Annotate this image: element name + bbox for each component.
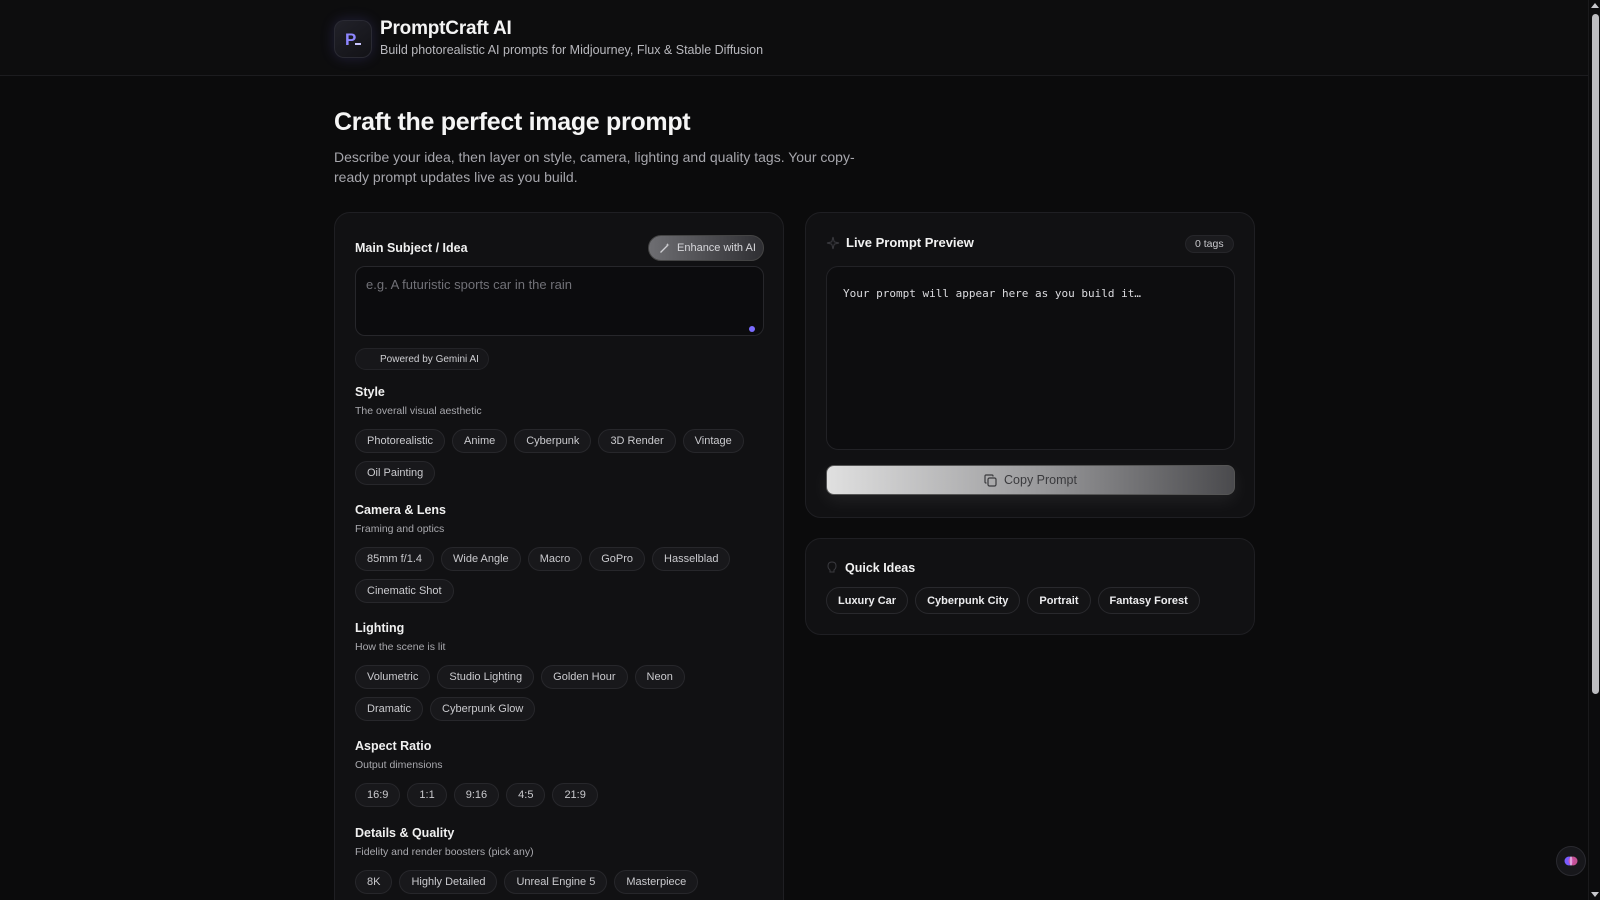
copy-icon [984, 473, 997, 487]
lighting-chip[interactable]: Neon [634, 665, 685, 689]
magic-wand-icon [660, 243, 670, 253]
style-title: Style [355, 385, 385, 399]
style-chip[interactable]: 3D Render [598, 429, 676, 453]
details-quality-subtitle: Fidelity and render boosters (pick any) [355, 846, 534, 858]
quick-ideas-list: Luxury Car Cyberpunk City Portrait Fanta… [826, 587, 1200, 614]
details-quality-chip[interactable]: Unreal Engine 5 [504, 870, 608, 894]
input-status-dot [749, 326, 755, 332]
quick-ideas-title: Quick Ideas [845, 561, 916, 575]
page-title: Craft the perfect image prompt [334, 108, 691, 136]
camera-options: 85mm f/1.4 Wide Angle Macro GoPro Hassel… [355, 547, 755, 603]
app-title: PromptCraft AI [380, 18, 512, 39]
scroll-up-arrow-icon[interactable] [1591, 3, 1599, 8]
details-quality-section: Details & Quality Fidelity and render bo… [355, 826, 775, 894]
page-scrollbar[interactable] [1588, 0, 1600, 900]
aspect-ratio-chip[interactable]: 1:1 [407, 783, 447, 807]
camera-section: Camera & Lens Framing and optics 85mm f/… [355, 503, 775, 603]
app-subtitle: Build photorealistic AI prompts for Midj… [380, 43, 764, 57]
aspect-ratio-options: 16:9 1:1 9:16 4:5 21:9 [355, 783, 755, 807]
scroll-down-arrow-icon[interactable] [1591, 892, 1599, 897]
details-quality-options: 8K Highly Detailed Unreal Engine 5 Maste… [355, 870, 755, 894]
details-quality-title: Details & Quality [355, 826, 455, 840]
details-quality-chip[interactable]: 8K [355, 870, 393, 894]
lighting-subtitle: How the scene is lit [355, 641, 446, 653]
style-subtitle: The overall visual aesthetic [355, 405, 482, 417]
style-section: Style The overall visual aesthetic Photo… [355, 385, 775, 485]
lighting-section: Lighting How the scene is lit Volumetric… [355, 621, 775, 721]
lighting-chip[interactable]: Dramatic [355, 697, 424, 721]
powered-by-gemini-badge: Powered by Gemini AI [355, 348, 489, 370]
enhance-button-label: Enhance with AI [677, 242, 756, 254]
quick-ideas-panel: Quick Ideas Luxury Car Cyberpunk City Po… [805, 538, 1255, 635]
camera-chip[interactable]: Macro [527, 547, 583, 571]
floating-assistant-button[interactable] [1556, 846, 1586, 876]
style-options: Photorealistic Anime Cyberpunk 3D Render… [355, 429, 755, 485]
camera-title: Camera & Lens [355, 503, 447, 517]
app-header: P PromptCraft AI Build photorealistic AI… [0, 0, 1588, 76]
lighting-chip[interactable]: Studio Lighting [437, 665, 535, 689]
aspect-ratio-title: Aspect Ratio [355, 739, 432, 753]
style-chip[interactable]: Anime [452, 429, 508, 453]
lighting-title: Lighting [355, 621, 405, 635]
svg-text:P: P [345, 30, 356, 49]
copy-prompt-label: Copy Prompt [1004, 473, 1077, 487]
camera-chip[interactable]: Cinematic Shot [355, 579, 454, 603]
lighting-chip[interactable]: Volumetric [355, 665, 431, 689]
lighting-chip[interactable]: Golden Hour [541, 665, 628, 689]
style-chip[interactable]: Photorealistic [355, 429, 446, 453]
prompt-preview-box[interactable]: Your prompt will appear here as you buil… [826, 266, 1235, 450]
camera-chip[interactable]: 85mm f/1.4 [355, 547, 435, 571]
powered-by-label: Powered by Gemini AI [380, 353, 479, 365]
prompt-builder-panel: Main Subject / Idea Enhance with AI Powe… [334, 212, 784, 900]
lightbulb-icon [827, 561, 837, 573]
main-subject-input[interactable] [355, 266, 764, 336]
camera-chip[interactable]: Hasselblad [652, 547, 731, 571]
scrollbar-thumb[interactable] [1592, 14, 1599, 694]
page-description: Describe your idea, then layer on style,… [334, 149, 855, 185]
aspect-ratio-subtitle: Output dimensions [355, 759, 443, 771]
style-chip[interactable]: Cyberpunk [514, 429, 592, 453]
style-chip[interactable]: Oil Painting [355, 461, 436, 485]
aspect-ratio-chip[interactable]: 9:16 [453, 783, 500, 807]
details-quality-chip[interactable]: Highly Detailed [399, 870, 498, 894]
enhance-with-ai-button[interactable]: Enhance with AI [648, 235, 764, 261]
lighting-chip[interactable]: Cyberpunk Glow [430, 697, 536, 721]
sparkle-icon [826, 236, 840, 250]
logo-icon: P [345, 30, 361, 49]
gemini-brain-icon [1564, 856, 1578, 866]
quick-idea-chip[interactable]: Portrait [1027, 587, 1091, 614]
details-quality-chip[interactable]: Masterpiece [614, 870, 699, 894]
aspect-ratio-chip[interactable]: 16:9 [355, 783, 401, 807]
live-preview-title: Live Prompt Preview [846, 235, 974, 250]
aspect-ratio-chip[interactable]: 21:9 [552, 783, 598, 807]
quick-idea-chip[interactable]: Luxury Car [826, 587, 909, 614]
quick-idea-chip[interactable]: Fantasy Forest [1097, 587, 1200, 614]
tag-count-badge: 0 tags [1185, 235, 1234, 253]
main-subject-label: Main Subject / Idea [355, 241, 468, 255]
camera-chip[interactable]: Wide Angle [441, 547, 521, 571]
camera-subtitle: Framing and optics [355, 523, 445, 535]
aspect-ratio-section: Aspect Ratio Output dimensions 16:9 1:1 … [355, 739, 775, 807]
style-chip[interactable]: Vintage [682, 429, 744, 453]
lighting-options: Volumetric Studio Lighting Golden Hour N… [355, 665, 755, 721]
camera-chip[interactable]: GoPro [589, 547, 646, 571]
app-logo[interactable]: P [334, 20, 372, 58]
copy-prompt-button[interactable]: Copy Prompt [826, 465, 1235, 495]
aspect-ratio-chip[interactable]: 4:5 [506, 783, 546, 807]
live-preview-panel: Live Prompt Preview 0 tags Your prompt w… [805, 212, 1255, 518]
quick-idea-chip[interactable]: Cyberpunk City [915, 587, 1021, 614]
